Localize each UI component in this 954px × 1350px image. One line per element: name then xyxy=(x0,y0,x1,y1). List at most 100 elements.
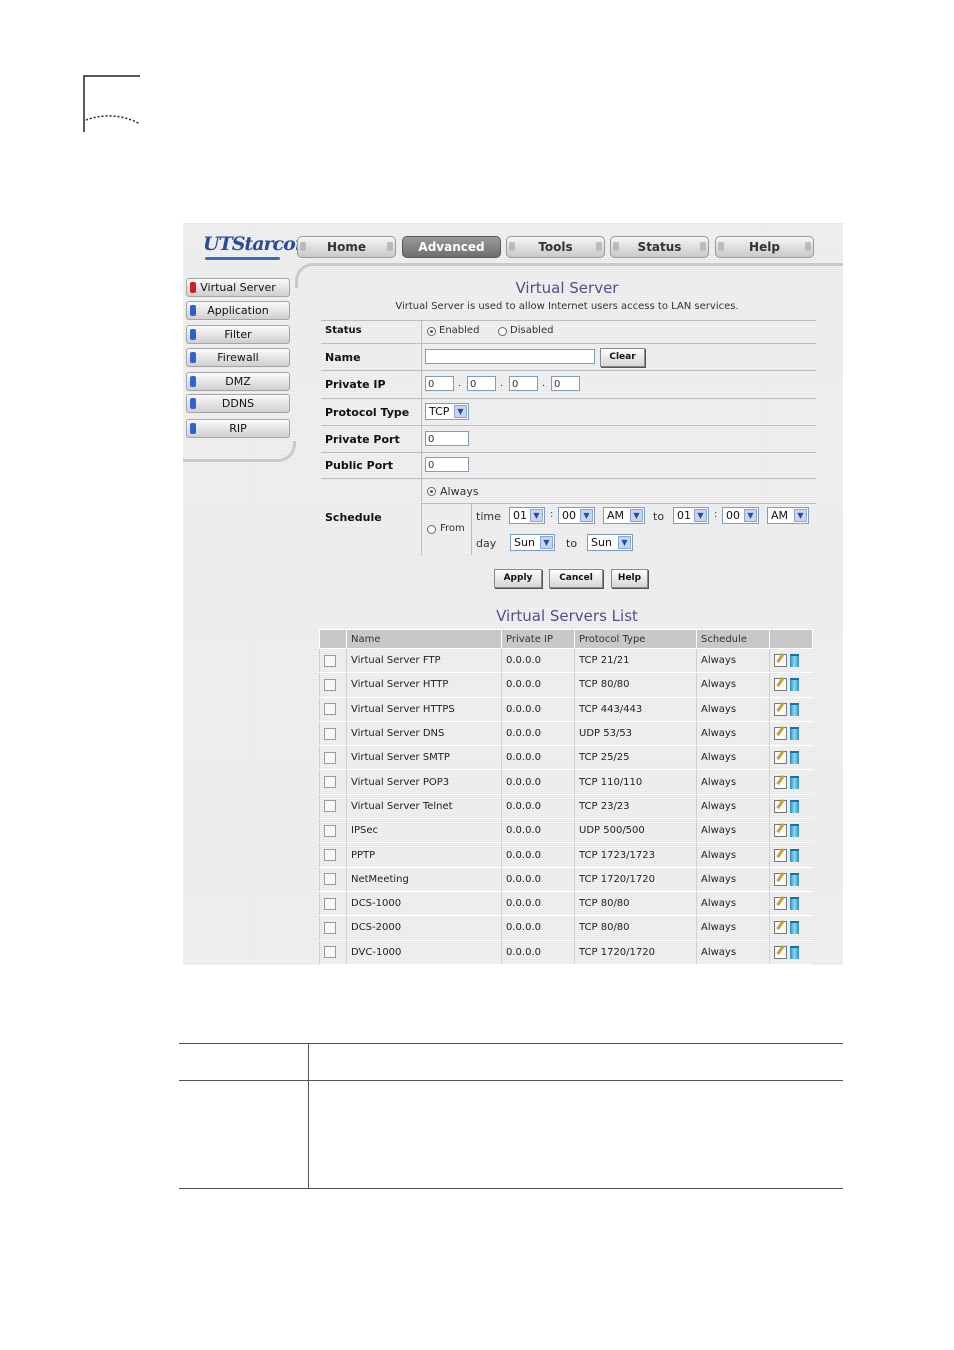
table-row: PPTP 0.0.0.0 TCP 1723/1723 Always xyxy=(319,842,813,868)
clear-button[interactable]: Clear xyxy=(600,348,645,367)
edit-icon[interactable] xyxy=(774,727,787,741)
ip-dot: . xyxy=(542,378,546,389)
row-checkbox-cell xyxy=(319,915,347,941)
edit-icon[interactable] xyxy=(774,678,787,692)
tab-help[interactable]: Help xyxy=(715,236,814,258)
time-from-hour-select[interactable]: 01 ▼ xyxy=(509,507,545,524)
row-checkbox[interactable] xyxy=(324,751,336,764)
row-protocol: TCP 443/443 xyxy=(574,697,697,722)
row-name: Virtual Server DNS xyxy=(346,721,502,747)
sidebar-item-application[interactable]: Application xyxy=(186,301,290,320)
trash-icon[interactable] xyxy=(790,702,799,716)
row-private-ip: 0.0.0.0 xyxy=(501,794,575,820)
table-row: Virtual Server HTTP 0.0.0.0 TCP 80/80 Alway… xyxy=(319,672,813,698)
time-from-ampm-select[interactable]: AM ▼ xyxy=(603,507,645,524)
sidebar-item-dmz[interactable]: DMZ xyxy=(186,372,290,391)
edit-icon[interactable] xyxy=(774,921,787,935)
sidebar-item-virtual-server[interactable]: Virtual Server xyxy=(186,278,290,297)
trash-icon[interactable] xyxy=(790,872,799,886)
trash-icon[interactable] xyxy=(790,945,799,959)
column-header-schedule: Schedule xyxy=(696,629,770,649)
trash-icon[interactable] xyxy=(790,897,799,911)
time-to-ampm-select[interactable]: AM ▼ xyxy=(767,507,809,524)
table-header: Name Private IP Protocol Type Schedule xyxy=(319,629,813,649)
private-ip-octet-1[interactable]: 0 xyxy=(425,376,454,391)
private-ip-octet-4[interactable]: 0 xyxy=(551,376,580,391)
edit-icon[interactable] xyxy=(774,897,787,911)
row-checkbox[interactable] xyxy=(324,800,336,813)
edit-icon[interactable] xyxy=(774,775,787,789)
edit-icon[interactable] xyxy=(774,824,787,838)
row-schedule: Always xyxy=(696,891,770,917)
edit-icon[interactable] xyxy=(774,945,787,959)
row-protocol: TCP 80/80 xyxy=(574,915,697,941)
row-checkbox[interactable] xyxy=(324,921,336,934)
chevron-down-icon: ▼ xyxy=(618,536,631,549)
tab-home[interactable]: Home xyxy=(297,236,396,258)
schedule-label: Schedule xyxy=(325,511,382,524)
help-button[interactable]: Help xyxy=(611,569,648,588)
row-checkbox[interactable] xyxy=(324,873,336,886)
trash-icon[interactable] xyxy=(790,751,799,765)
row-checkbox-cell xyxy=(319,721,347,747)
edit-icon[interactable] xyxy=(774,751,787,765)
row-checkbox-cell xyxy=(319,648,347,674)
public-port-input[interactable]: 0 xyxy=(425,457,469,472)
protocol-type-select[interactable]: TCP ▼ xyxy=(425,403,469,420)
tab-tools[interactable]: Tools xyxy=(506,236,605,258)
row-checkbox[interactable] xyxy=(324,727,336,740)
status-disabled-radio[interactable] xyxy=(498,327,507,336)
trash-icon[interactable] xyxy=(790,824,799,838)
private-ip-octet-3[interactable]: 0 xyxy=(509,376,538,391)
row-schedule: Always xyxy=(696,648,770,674)
row-actions xyxy=(769,697,813,722)
tab-advanced[interactable]: Advanced xyxy=(402,236,501,258)
sidebar-item-filter[interactable]: Filter xyxy=(186,325,290,344)
time-to-minute-select[interactable]: 00 ▼ xyxy=(722,507,759,524)
day-from-select[interactable]: Sun ▼ xyxy=(510,534,555,551)
trash-icon[interactable] xyxy=(790,799,799,813)
actions-column-header xyxy=(769,629,813,649)
trash-icon[interactable] xyxy=(790,727,799,741)
row-name: PPTP xyxy=(346,842,502,868)
row-checkbox[interactable] xyxy=(324,678,336,691)
name-input[interactable] xyxy=(425,349,595,364)
edit-icon[interactable] xyxy=(774,702,787,716)
row-checkbox[interactable] xyxy=(324,776,336,789)
apply-button[interactable]: Apply xyxy=(494,569,542,588)
row-actions xyxy=(769,648,813,674)
row-checkbox-cell xyxy=(319,940,347,965)
sidebar-item-firewall[interactable]: Firewall xyxy=(186,348,290,367)
cancel-button[interactable]: Cancel xyxy=(549,569,603,588)
edit-icon[interactable] xyxy=(774,654,787,668)
trash-icon[interactable] xyxy=(790,678,799,692)
trash-icon[interactable] xyxy=(790,775,799,789)
row-checkbox[interactable] xyxy=(324,849,336,862)
schedule-always-radio[interactable] xyxy=(427,487,436,496)
row-checkbox[interactable] xyxy=(324,824,336,837)
tab-status[interactable]: Status xyxy=(610,236,709,258)
row-checkbox[interactable] xyxy=(324,703,336,716)
row-checkbox[interactable] xyxy=(324,654,336,667)
time-from-minute-select[interactable]: 00 ▼ xyxy=(558,507,595,524)
trash-icon[interactable] xyxy=(790,921,799,935)
edit-icon[interactable] xyxy=(774,872,787,886)
edit-icon[interactable] xyxy=(774,799,787,813)
private-port-input[interactable]: 0 xyxy=(425,431,469,446)
row-checkbox-cell xyxy=(319,697,347,722)
schedule-from-radio[interactable] xyxy=(427,525,436,534)
row-checkbox[interactable] xyxy=(324,946,336,959)
row-checkbox[interactable] xyxy=(324,897,336,910)
time-to-hour-select[interactable]: 01 ▼ xyxy=(673,507,709,524)
row-actions xyxy=(769,745,813,771)
sidebar-item-ddns[interactable]: DDNS xyxy=(186,394,290,413)
edit-icon[interactable] xyxy=(774,848,787,862)
trash-icon[interactable] xyxy=(790,654,799,668)
private-ip-octet-2[interactable]: 0 xyxy=(467,376,496,391)
chevron-down-icon: ▼ xyxy=(744,509,757,522)
row-schedule: Always xyxy=(696,940,770,965)
sidebar-item-rip[interactable]: RIP xyxy=(186,419,290,438)
day-to-select[interactable]: Sun ▼ xyxy=(587,534,633,551)
trash-icon[interactable] xyxy=(790,848,799,862)
status-enabled-radio[interactable] xyxy=(427,327,436,336)
